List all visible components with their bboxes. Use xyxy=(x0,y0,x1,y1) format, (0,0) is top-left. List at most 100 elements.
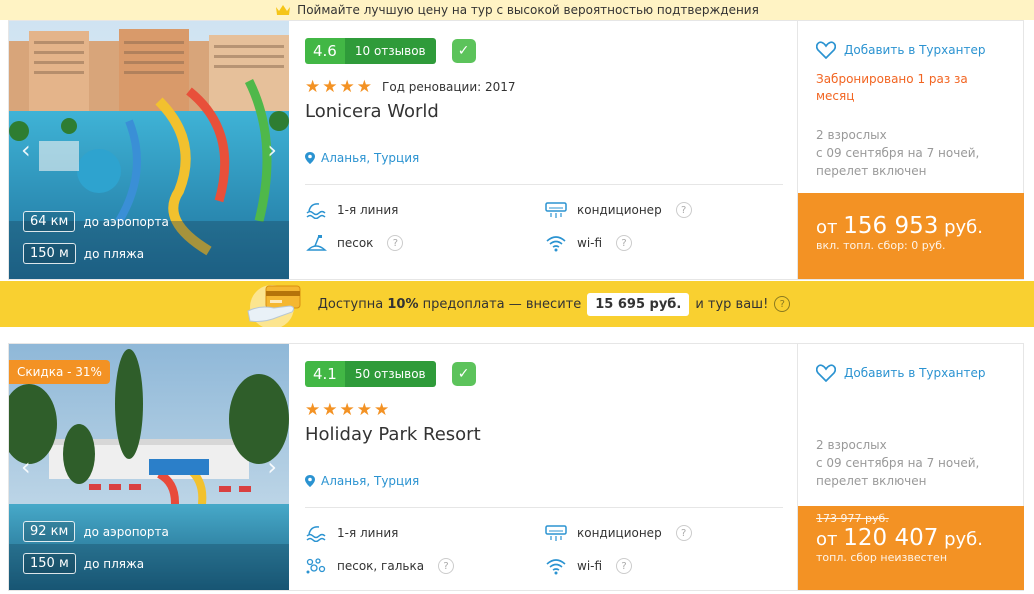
feature-ac: кондиционер ? xyxy=(545,201,692,219)
hotel-name[interactable]: Lonicera World xyxy=(305,101,439,122)
help-icon[interactable]: ? xyxy=(387,235,404,251)
tour-flight: перелет включен xyxy=(816,164,927,178)
location-pin-icon xyxy=(305,152,315,164)
distance-beach-label: до пляжа xyxy=(83,246,145,261)
tour-dates: с 09 сентября на 7 ночей, xyxy=(816,456,980,470)
air-conditioner-icon xyxy=(545,202,567,218)
hotel-photo[interactable]: ‹ › 64 км до аэропорта 150 м до пляжа xyxy=(9,21,289,279)
photo-prev-arrow[interactable]: ‹ xyxy=(21,453,31,481)
hotel-card[interactable]: ‹ › 64 км до аэропорта 150 м до пляжа 4.… xyxy=(8,20,1024,280)
renovation-year: Год реновации: 2017 xyxy=(382,80,516,94)
help-icon[interactable]: ? xyxy=(774,296,791,312)
price-amount: 156 953 xyxy=(843,213,939,239)
top-banner: Поймайте лучшую цену на тур с высокой ве… xyxy=(0,0,1034,20)
help-icon[interactable]: ? xyxy=(675,202,692,218)
star-icon: ★ xyxy=(305,400,321,420)
star-icon: ★ xyxy=(339,400,355,420)
banner-text: Поймайте лучшую цену на тур с высокой ве… xyxy=(297,3,759,17)
divider xyxy=(305,507,783,508)
heart-icon xyxy=(816,364,836,382)
distance-airport-label: до аэропорта xyxy=(83,214,169,229)
price: от 156 953 руб. xyxy=(816,213,1024,239)
crown-icon xyxy=(276,5,291,15)
distance-beach-value: 150 м xyxy=(23,553,76,574)
tour-details: 2 взрослых с 09 сентября на 7 ночей, пер… xyxy=(816,436,979,490)
price-prefix: от xyxy=(816,217,838,238)
air-conditioner-icon xyxy=(545,525,567,541)
fuel-fee: вкл. топл. сбор: 0 руб. xyxy=(816,239,946,252)
distance-beach-value: 150 м xyxy=(23,243,76,264)
help-icon[interactable]: ? xyxy=(438,558,455,574)
price-button[interactable]: 173 977 руб. от 120 407 руб. топл. сбор … xyxy=(798,506,1024,590)
help-icon[interactable]: ? xyxy=(616,558,633,574)
credit-card-hand-icon xyxy=(247,285,301,327)
hotel-card[interactable]: Скидка - 31% ‹ › 92 км до аэропорта 150 … xyxy=(8,343,1024,591)
feature-label: кондиционер xyxy=(577,526,662,540)
rating-score: 4.6 xyxy=(305,38,345,64)
star-icon: ★ xyxy=(322,400,338,420)
price-button[interactable]: от 156 953 руб. вкл. топл. сбор: 0 руб. xyxy=(798,193,1024,279)
feature-sand-pebble: песок, галька ? xyxy=(305,557,455,575)
distance-beach-label: до пляжа xyxy=(83,556,145,571)
hotel-name[interactable]: Holiday Park Resort xyxy=(305,424,481,445)
heart-icon xyxy=(816,41,836,59)
prepay-percent: 10% xyxy=(387,296,419,312)
tour-dates: с 09 сентября на 7 ночей, xyxy=(816,146,980,160)
tour-guests: 2 взрослых xyxy=(816,128,887,142)
discount-badge: Скидка - 31% xyxy=(9,360,110,384)
location-pin-icon xyxy=(305,475,315,487)
add-to-favorites-button[interactable]: Добавить в Турхантер xyxy=(816,364,985,382)
rating-badge[interactable]: 4.6 10 отзывов xyxy=(305,38,436,64)
prepay-text-after: и тур ваш! xyxy=(695,296,769,312)
verified-check-icon: ✓ xyxy=(451,39,476,63)
feature-label: 1-я линия xyxy=(337,203,399,217)
hotel-price-panel: Добавить в Турхантер 2 взрослых с 09 сен… xyxy=(797,344,1024,590)
waves-icon xyxy=(306,203,326,219)
distance-airport: 64 км до аэропорта xyxy=(23,211,169,232)
price-prefix: от xyxy=(816,529,838,550)
distance-airport-label: до аэропорта xyxy=(83,524,169,539)
verified-check-icon: ✓ xyxy=(451,362,476,386)
price-old: 173 977 руб. xyxy=(816,512,889,525)
star-icon: ★ xyxy=(356,400,372,420)
help-icon[interactable]: ? xyxy=(675,525,692,541)
star-icon: ★ xyxy=(356,77,372,97)
prepayment-banner: Доступна 10% предоплата — внесите 15 695… xyxy=(0,281,1034,327)
waves-icon xyxy=(306,526,326,542)
add-to-favorites-button[interactable]: Добавить в Турхантер xyxy=(816,41,985,59)
pebbles-icon xyxy=(306,558,326,574)
hotel-photo[interactable]: Скидка - 31% ‹ › 92 км до аэропорта 150 … xyxy=(9,344,289,590)
price: от 120 407 руб. xyxy=(816,525,1024,551)
location-text: Аланья, Турция xyxy=(321,151,420,165)
photo-prev-arrow[interactable]: ‹ xyxy=(21,136,31,164)
add-to-favorites-label: Добавить в Турхантер xyxy=(844,43,986,57)
star-icon: ★ xyxy=(374,400,390,420)
tour-details: 2 взрослых с 09 сентября на 7 ночей, пер… xyxy=(816,126,979,180)
reviews-count: 50 отзывов xyxy=(344,361,436,387)
hotel-location[interactable]: Аланья, Турция xyxy=(305,474,419,488)
price-amount: 120 407 xyxy=(843,525,939,551)
help-icon[interactable]: ? xyxy=(616,235,633,251)
feature-label: кондиционер xyxy=(577,203,662,217)
rating-badge[interactable]: 4.1 50 отзывов xyxy=(305,361,436,387)
distance-beach: 150 м до пляжа xyxy=(23,243,144,264)
hotel-location[interactable]: Аланья, Турция xyxy=(305,151,419,165)
hotel-info: 4.6 10 отзывов ✓ ★ ★ ★ ★ Год реновации: … xyxy=(305,21,783,279)
distance-beach: 150 м до пляжа xyxy=(23,553,144,574)
distance-airport: 92 км до аэропорта xyxy=(23,521,169,542)
hotel-price-panel: Добавить в Турхантер Забронировано 1 раз… xyxy=(797,21,1024,279)
location-text: Аланья, Турция xyxy=(321,474,420,488)
photo-next-arrow[interactable]: › xyxy=(267,453,277,481)
star-icon: ★ xyxy=(305,77,321,97)
feature-wifi: wi-fi ? xyxy=(545,234,633,252)
add-to-favorites-label: Добавить в Турхантер xyxy=(844,366,986,380)
fuel-fee: топл. сбор неизвестен xyxy=(816,551,948,564)
wifi-icon xyxy=(546,559,566,575)
distance-airport-value: 64 км xyxy=(23,211,76,232)
feature-sand: песок ? xyxy=(305,234,404,252)
feature-wifi: wi-fi ? xyxy=(545,557,633,575)
feature-first-line: 1-я линия xyxy=(305,201,398,219)
prepay-amount: 15 695 руб. xyxy=(587,292,690,316)
photo-next-arrow[interactable]: › xyxy=(267,136,277,164)
prepay-text-mid: предоплата — внесите xyxy=(422,296,582,312)
